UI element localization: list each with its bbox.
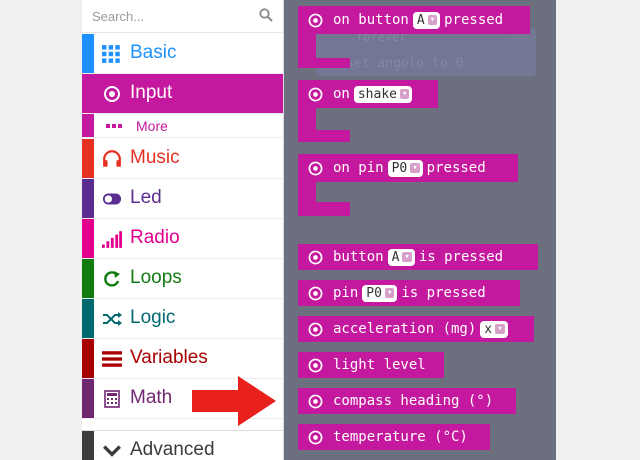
- category-loops[interactable]: Loops: [82, 259, 283, 299]
- block-label: on button: [333, 12, 409, 28]
- on-shake-block[interactable]: on shake ▾: [298, 80, 438, 108]
- block-flyout: forever set angolo to 0 on button A ▾ pre…: [284, 0, 556, 460]
- input-target-icon: [308, 322, 323, 336]
- block-label: is pressed: [401, 285, 486, 301]
- input-target-icon: [308, 286, 323, 300]
- category-label: Input: [130, 82, 173, 103]
- category-music[interactable]: Music: [82, 139, 283, 179]
- event-block-body: [298, 130, 350, 142]
- search-box[interactable]: [82, 0, 283, 33]
- block-label: on: [333, 86, 350, 102]
- category-label: Radio: [130, 227, 180, 248]
- calculator-icon: [104, 390, 120, 408]
- red-arrow-icon: [192, 376, 276, 426]
- block-label: temperature (°C): [333, 429, 468, 445]
- refresh-icon: [104, 271, 120, 287]
- category-basic[interactable]: Basic: [82, 34, 283, 74]
- search-input[interactable]: [90, 6, 254, 26]
- category-label: Music: [130, 147, 180, 168]
- input-target-icon: [308, 250, 323, 264]
- category-variables[interactable]: Variables: [82, 339, 283, 379]
- category-logic[interactable]: Logic: [82, 299, 283, 339]
- category-advanced[interactable]: Advanced: [82, 430, 283, 460]
- input-target-icon: [308, 394, 323, 408]
- button-is-pressed-block[interactable]: button A ▾ is pressed: [298, 244, 538, 270]
- on-button-pressed-block[interactable]: on button A ▾ pressed: [298, 6, 530, 34]
- category-label: Math: [130, 387, 173, 408]
- category-label: Advanced: [130, 439, 215, 460]
- category-color-bar: [82, 431, 94, 460]
- axis-dropdown[interactable]: x ▾: [480, 320, 508, 338]
- on-pin-pressed-block[interactable]: on pin P0 ▾ pressed: [298, 154, 518, 182]
- category-led[interactable]: Led: [82, 179, 283, 219]
- category-label: Loops: [130, 267, 182, 288]
- grid-icon: [102, 45, 120, 63]
- right-gutter: [556, 0, 640, 460]
- category-color-bar: [82, 139, 94, 178]
- category-color-bar: [82, 219, 94, 258]
- category-label: Variables: [130, 347, 208, 368]
- ghost-set-row: set angolo to 0: [346, 56, 464, 71]
- gesture-dropdown[interactable]: shake ▾: [353, 85, 413, 103]
- category-label: Led: [130, 187, 162, 208]
- workspace-forever-block: forever set angolo to 0: [316, 28, 536, 76]
- block-label: pressed: [426, 160, 486, 176]
- compass-heading-block[interactable]: compass heading (°): [298, 388, 516, 414]
- more-dots-icon: [106, 124, 122, 128]
- shuffle-icon: [103, 312, 122, 326]
- block-label: pin: [333, 285, 359, 301]
- pin-dropdown[interactable]: P0 ▾: [387, 159, 423, 177]
- category-radio[interactable]: Radio: [82, 219, 283, 259]
- temperature-block[interactable]: temperature (°C): [298, 424, 490, 450]
- input-target-icon: [308, 87, 323, 101]
- category-input-more[interactable]: More: [82, 114, 283, 138]
- acceleration-block[interactable]: acceleration (mg) x ▾: [298, 316, 534, 342]
- category-color-bar: [82, 339, 94, 378]
- list-lines-icon: [102, 351, 122, 367]
- signal-bars-icon: [102, 231, 122, 248]
- event-block-body: [298, 202, 350, 216]
- category-input[interactable]: Input: [82, 74, 283, 114]
- category-label: Basic: [130, 42, 177, 63]
- input-target-icon: [308, 161, 323, 175]
- category-color-bar: [82, 34, 94, 73]
- input-target-icon: [308, 358, 323, 372]
- headphones-icon: [103, 150, 121, 167]
- input-target-icon: [104, 86, 120, 102]
- category-color-bar: [82, 114, 94, 137]
- input-target-icon: [308, 430, 323, 444]
- pin-dropdown[interactable]: P0 ▾: [362, 284, 398, 302]
- block-label: acceleration (mg): [333, 321, 477, 337]
- block-label: light level: [333, 357, 426, 373]
- left-gutter: [0, 0, 82, 460]
- button-dropdown[interactable]: A ▾: [412, 11, 441, 29]
- toggle-icon: [102, 193, 122, 205]
- input-target-icon: [308, 13, 323, 27]
- search-icon[interactable]: [259, 8, 273, 22]
- light-level-block[interactable]: light level: [298, 352, 444, 378]
- pin-is-pressed-block[interactable]: pin P0 ▾ is pressed: [298, 280, 520, 306]
- category-color-bar: [82, 379, 94, 418]
- more-label: More: [136, 118, 168, 134]
- block-label: compass heading (°): [333, 393, 494, 409]
- category-color-bar: [82, 259, 94, 298]
- chevron-down-icon: [103, 445, 121, 457]
- block-label: pressed: [444, 12, 504, 28]
- category-color-bar: [82, 179, 94, 218]
- event-block-body: [298, 58, 350, 68]
- block-label: button: [333, 249, 384, 265]
- block-label: on pin: [333, 160, 384, 176]
- button-dropdown[interactable]: A ▾: [387, 248, 415, 266]
- block-label: is pressed: [418, 249, 504, 265]
- category-color-bar: [82, 299, 94, 338]
- category-label: Logic: [130, 307, 176, 328]
